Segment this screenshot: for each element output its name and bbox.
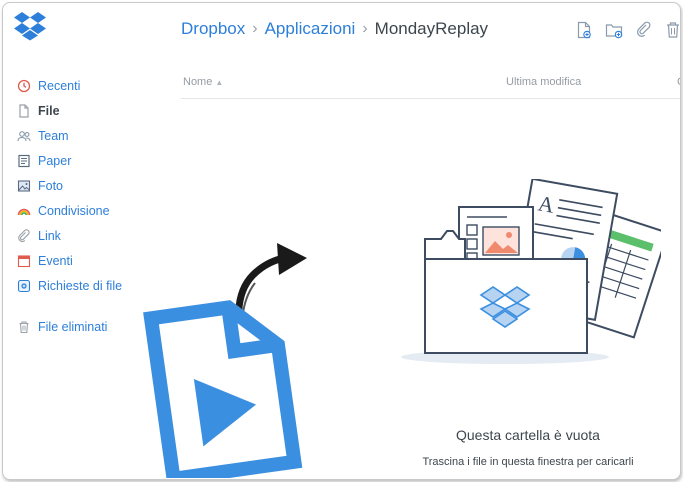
sidebar-item-label: File (38, 103, 60, 118)
column-modified-header[interactable]: Ultima modifica (506, 76, 581, 88)
column-name-header[interactable]: Nome ▲ (183, 76, 223, 88)
file-request-icon (17, 279, 31, 292)
empty-folder-illustration: A (401, 179, 661, 364)
sidebar-item-label: Team (38, 128, 69, 143)
video-file-icon (143, 300, 303, 478)
toolbar (576, 21, 681, 39)
breadcrumb: Dropbox › Applicazioni › MondayReplay (181, 19, 488, 39)
column-extra-header[interactable]: C (677, 76, 680, 88)
breadcrumb-parent[interactable]: Applicazioni (265, 19, 356, 39)
file-list-header: Nome▲ Ultima modifica C (181, 69, 680, 99)
column-name-label: Nome (183, 76, 213, 88)
clock-icon (17, 79, 31, 92)
dropbox-logo-icon[interactable] (13, 11, 47, 41)
sidebar-item-recenti[interactable]: Recenti (17, 73, 167, 98)
file-icon (19, 103, 29, 118)
delete-icon[interactable] (665, 21, 681, 39)
sidebar-item-label: Condivisione (38, 203, 110, 218)
sidebar-item-paper[interactable]: Paper (17, 148, 167, 173)
sidebar-item-label: File eliminati (38, 319, 108, 334)
sidebar-item-foto[interactable]: Foto (17, 173, 167, 198)
link-icon (18, 228, 30, 242)
sidebar-item-label: Richieste di file (38, 278, 123, 293)
breadcrumb-separator-icon: › (362, 20, 368, 37)
app-window: Recenti File Team Paper Foto Condivision… (2, 2, 681, 480)
sort-ascending-icon: ▲ (215, 78, 224, 87)
calendar-icon (17, 254, 31, 267)
empty-state-subtitle: Trascina i file in questa finestra per c… (422, 456, 634, 468)
sidebar-item-label: Paper (38, 153, 72, 168)
sidebar-item-condivisione[interactable]: Condivisione (17, 198, 167, 223)
team-icon (17, 130, 31, 141)
breadcrumb-separator-icon: › (252, 20, 258, 37)
sidebar-item-label: Eventi (38, 253, 73, 268)
new-folder-icon[interactable] (605, 21, 623, 39)
rainbow-icon (17, 208, 31, 215)
sidebar-item-file[interactable]: File (17, 98, 167, 123)
sidebar-item-team[interactable]: Team (17, 123, 167, 148)
sidebar-item-label: Recenti (38, 78, 81, 93)
breadcrumb-current: MondayReplay (374, 19, 489, 38)
sidebar-item-label: Foto (38, 178, 64, 193)
trash-icon (19, 320, 29, 333)
breadcrumb-root[interactable]: Dropbox (181, 19, 245, 39)
sidebar-item-link[interactable]: Link (17, 223, 167, 248)
sidebar-item-label: Link (38, 228, 61, 243)
photo-icon (17, 179, 31, 192)
link-icon[interactable] (636, 21, 652, 39)
paper-icon (18, 154, 30, 167)
empty-state-title: Questa cartella è vuota (456, 427, 600, 443)
upload-file-icon[interactable] (576, 21, 592, 39)
sidebar-item-eventi[interactable]: Eventi (17, 248, 167, 273)
